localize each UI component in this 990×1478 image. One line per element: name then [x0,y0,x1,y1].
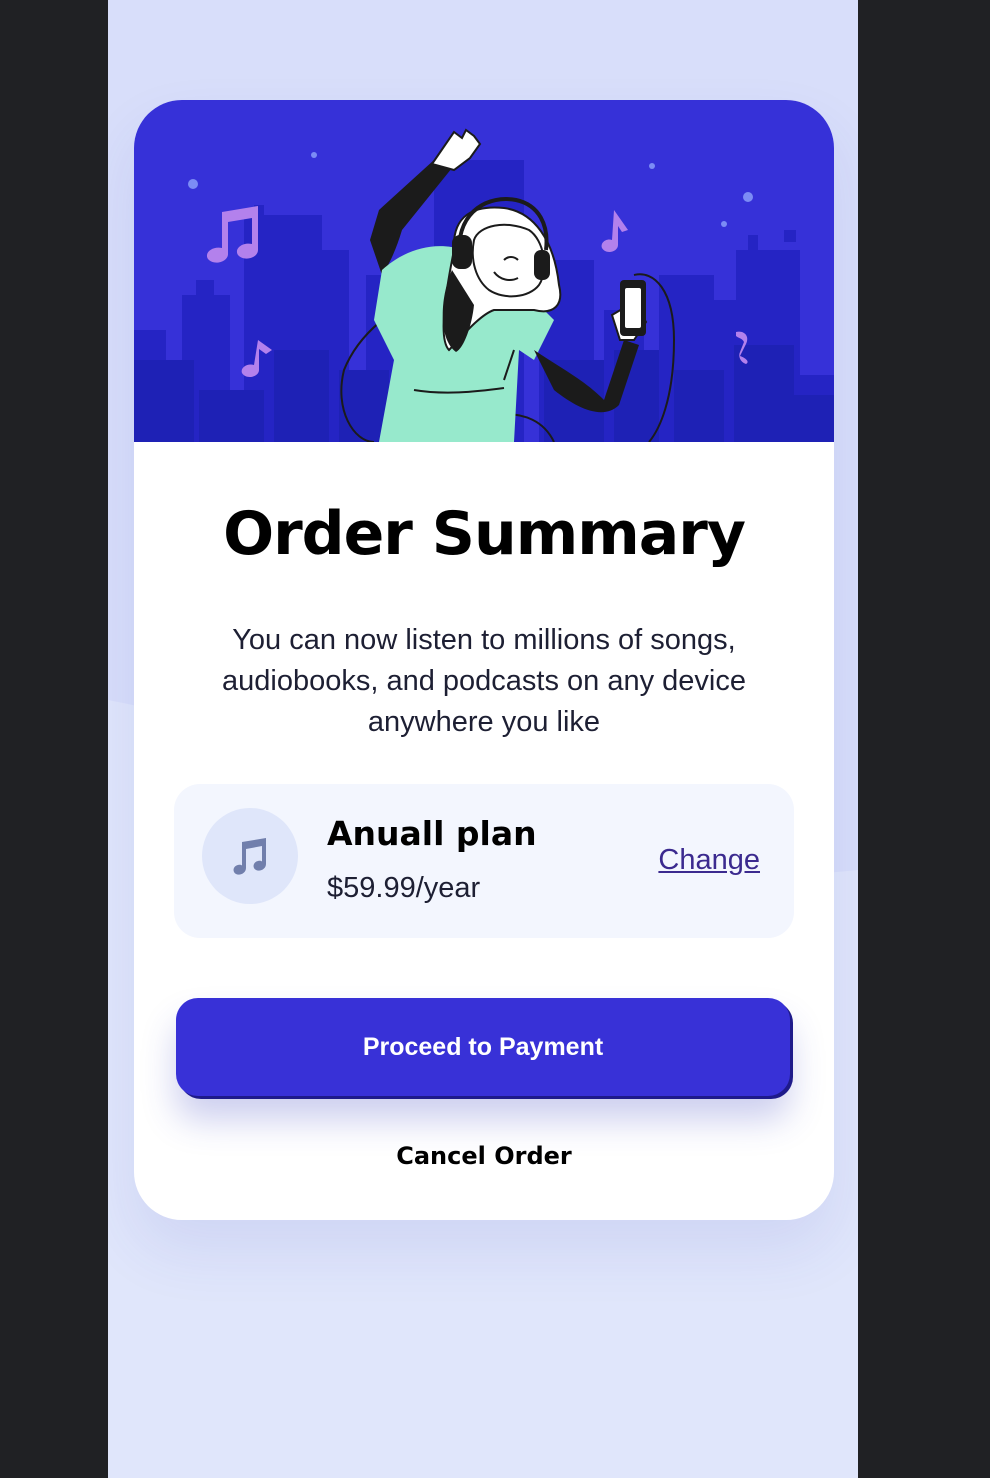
plan-summary: Anuall plan $59.99/year Change [174,784,794,938]
page-viewport: Order Summary You can now listen to mill… [108,0,858,1478]
page-title: Order Summary [223,499,746,569]
plan-icon-circle [202,808,298,904]
music-note-icon [233,838,266,875]
hero-illustration [134,100,834,442]
proceed-to-payment-button[interactable]: Proceed to Payment [176,998,790,1096]
order-description: You can now listen to millions of songs,… [222,624,746,738]
order-summary-card: Order Summary You can now listen to mill… [134,100,834,1220]
cancel-order-button[interactable]: Cancel Order [134,1136,834,1176]
plan-name: Anuall plan [327,814,537,853]
plan-price: $59.99/year [327,872,481,904]
change-plan-link[interactable]: Change [658,842,760,878]
